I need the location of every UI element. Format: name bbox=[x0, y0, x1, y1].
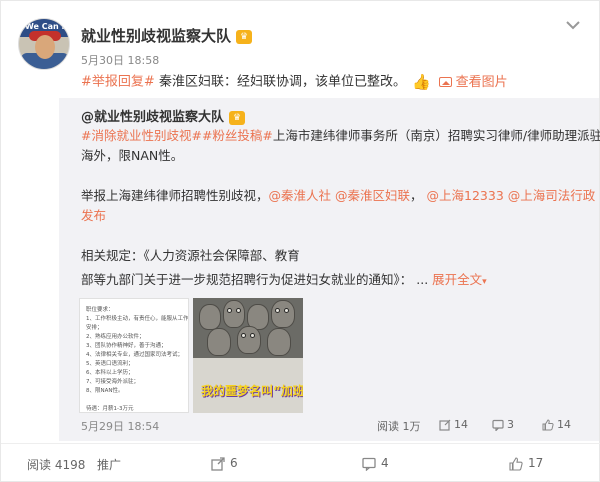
owl-shape bbox=[207, 328, 231, 356]
repost-icon bbox=[211, 456, 225, 471]
like-icon bbox=[509, 456, 523, 471]
mention-tail[interactable]: 发布 bbox=[81, 208, 106, 223]
owl-shape bbox=[199, 304, 221, 330]
repost-repost-count[interactable]: 14 bbox=[439, 418, 468, 431]
image2-caption: 我的噩梦名叫“加班事件” bbox=[201, 384, 303, 398]
avatar[interactable]: We Can Do It! bbox=[18, 18, 70, 70]
post-body: 秦淮区妇联：经妇联协调，该单位已整改。 bbox=[158, 74, 406, 90]
view-pictures-link[interactable]: 查看图片 bbox=[438, 74, 508, 90]
rules-line-1: 相关规定：《人力资源社会保障部、教育 bbox=[81, 248, 300, 263]
repost-box: @就业性别歧视监察大队 ♛ #消除就业性别歧视##粉丝投稿#上海市建纬律师事务所（… bbox=[59, 98, 600, 441]
rules-line-2: 部等九部门关于进一步规范招聘行为促进妇女就业的通知》： ... 展开全文 ▾ bbox=[81, 270, 487, 292]
weibo-card: We Can Do It! 就业性别歧视监察大队 ♛ 5月30日 18:58 #举… bbox=[0, 0, 600, 482]
owl-eye bbox=[241, 333, 246, 338]
mention-shanghai-justice[interactable]: @上海司法行政 bbox=[508, 188, 596, 203]
image1-line: 3、团队协作精神好，善于沟通； bbox=[86, 343, 167, 349]
post-tag[interactable]: #举报回复# bbox=[81, 75, 155, 90]
image1-line: 安排； bbox=[86, 325, 103, 331]
like-icon bbox=[542, 419, 554, 431]
mention-shanghai-12333[interactable]: @上海12333 bbox=[427, 188, 504, 203]
mention-qinhuai-womens-fed[interactable]: @秦淮区妇联 bbox=[335, 188, 410, 203]
image1-line: 4、法律相关专业，通过国家司法考试； bbox=[86, 352, 184, 358]
repost-like-count[interactable]: 14 bbox=[542, 418, 571, 431]
repost-comment-count[interactable]: 3 bbox=[492, 418, 514, 431]
read-count: 阅读 4198 bbox=[27, 458, 86, 472]
avatar-face bbox=[35, 35, 55, 59]
repost-count[interactable]: 6 bbox=[230, 456, 238, 470]
owl-eye bbox=[275, 308, 280, 313]
image1-line: 5、英语口语流利； bbox=[86, 361, 134, 367]
image1-line: 6、本科以上学历； bbox=[86, 370, 134, 376]
repost-comment-number[interactable]: 3 bbox=[507, 418, 514, 431]
comment-icon bbox=[362, 457, 376, 471]
comment-icon bbox=[492, 419, 504, 431]
repost-icon bbox=[439, 419, 451, 431]
owl-shape bbox=[237, 326, 261, 354]
expand-full-text[interactable]: 展开全文 ▾ bbox=[432, 272, 487, 287]
owl-eye bbox=[236, 308, 241, 313]
image1-line: 1、工作积极主动，有责任心，能服从工作 bbox=[86, 316, 189, 322]
repost-button[interactable]: 6 bbox=[211, 456, 238, 471]
badge-icon[interactable]: ♛ bbox=[236, 29, 253, 44]
post-text: #举报回复# 秦淮区妇联：经妇联协调，该单位已整改。 👍 查看图片 bbox=[81, 72, 508, 93]
author-name-text[interactable]: 就业性别歧视监察大队 bbox=[81, 27, 231, 45]
thumbs-up-icon: 👍 bbox=[411, 73, 431, 91]
image1-line: 职位要求： bbox=[86, 307, 114, 313]
badge-icon[interactable]: ♛ bbox=[229, 110, 246, 125]
repost-line1-text: 上海市建纬律师事务所（南京）招聘实习律师/律师助理派驻 bbox=[272, 128, 600, 143]
like-count[interactable]: 17 bbox=[528, 456, 543, 470]
mention-qinhuai-hr[interactable]: @秦淮人社 bbox=[269, 188, 332, 203]
repost-author-text[interactable]: @就业性别歧视监察大队 bbox=[81, 110, 224, 125]
owl-eye bbox=[227, 308, 232, 313]
promote-button[interactable]: 推广 bbox=[97, 456, 121, 473]
owl-eye bbox=[250, 333, 255, 338]
report-prefix: 举报上海建纬律师招聘性别歧视， bbox=[81, 188, 269, 203]
repost-line-1: #消除就业性别歧视##粉丝投稿#上海市建纬律师事务所（南京）招聘实习律师/律师助… bbox=[81, 126, 600, 146]
expand-label[interactable]: 展开全文 bbox=[432, 272, 482, 287]
image1-line: 待遇：月薪1-3万元 bbox=[86, 406, 134, 412]
repost-time[interactable]: 5月29日 18:54 bbox=[81, 418, 159, 434]
image1-line: 8、限NAN性。 bbox=[86, 388, 124, 394]
repost-mention-tail: 发布 bbox=[81, 206, 106, 226]
comment-count[interactable]: 4 bbox=[381, 456, 389, 470]
chevron-down-icon: ▾ bbox=[482, 277, 487, 287]
post-time[interactable]: 5月30日 18:58 bbox=[81, 52, 159, 68]
chevron-down-icon[interactable] bbox=[564, 16, 582, 34]
rules-ellipsis: ... bbox=[416, 272, 429, 287]
view-pictures-label: 查看图片 bbox=[455, 74, 508, 90]
like-button[interactable]: 17 bbox=[509, 456, 543, 471]
owl-shape bbox=[223, 300, 245, 328]
image-thumbnail-owls[interactable]: 我的噩梦名叫“加班事件” bbox=[193, 298, 303, 413]
rules-line2-text: 部等九部门关于进一步规范招聘行为促进妇女就业的通知》： bbox=[81, 272, 413, 287]
image1-line: 2、熟练应用办公软件； bbox=[86, 334, 145, 340]
repost-like-number[interactable]: 14 bbox=[557, 418, 571, 431]
repost-tag-2[interactable]: #粉丝投稿# bbox=[202, 128, 273, 143]
owl-eye bbox=[284, 308, 289, 313]
avatar-slogan: We Can Do It! bbox=[25, 22, 69, 31]
comment-button[interactable]: 4 bbox=[362, 456, 389, 471]
image-icon bbox=[438, 77, 452, 87]
repost-line-2: 海外，限NAN性。 bbox=[81, 148, 184, 163]
author-name[interactable]: 就业性别歧视监察大队 ♛ bbox=[81, 25, 253, 46]
repost-tag-1[interactable]: #消除就业性别歧视# bbox=[81, 128, 202, 143]
repost-view-number: 1万 bbox=[402, 420, 421, 433]
action-bar: 阅读 4198 推广 6 4 17 bbox=[1, 443, 600, 482]
repost-repost-number[interactable]: 14 bbox=[454, 418, 468, 431]
image1-line: 7、可接受海外派驻； bbox=[86, 379, 139, 385]
owl-shape bbox=[267, 328, 291, 356]
image-thumbnail-job-requirements[interactable]: 职位要求： 1、工作积极主动，有责任心，能服从工作 安排； 2、熟练应用办公软件… bbox=[79, 298, 189, 413]
repost-view-label: 阅读 bbox=[377, 420, 399, 433]
owl-shape bbox=[271, 300, 295, 328]
repost-report-line: 举报上海建纬律师招聘性别歧视，@秦淮人社 @秦淮区妇联， @上海12333 @上… bbox=[81, 188, 596, 203]
repost-view-count: 阅读 1万 bbox=[377, 418, 421, 434]
repost-author[interactable]: @就业性别歧视监察大队 ♛ bbox=[81, 106, 246, 125]
